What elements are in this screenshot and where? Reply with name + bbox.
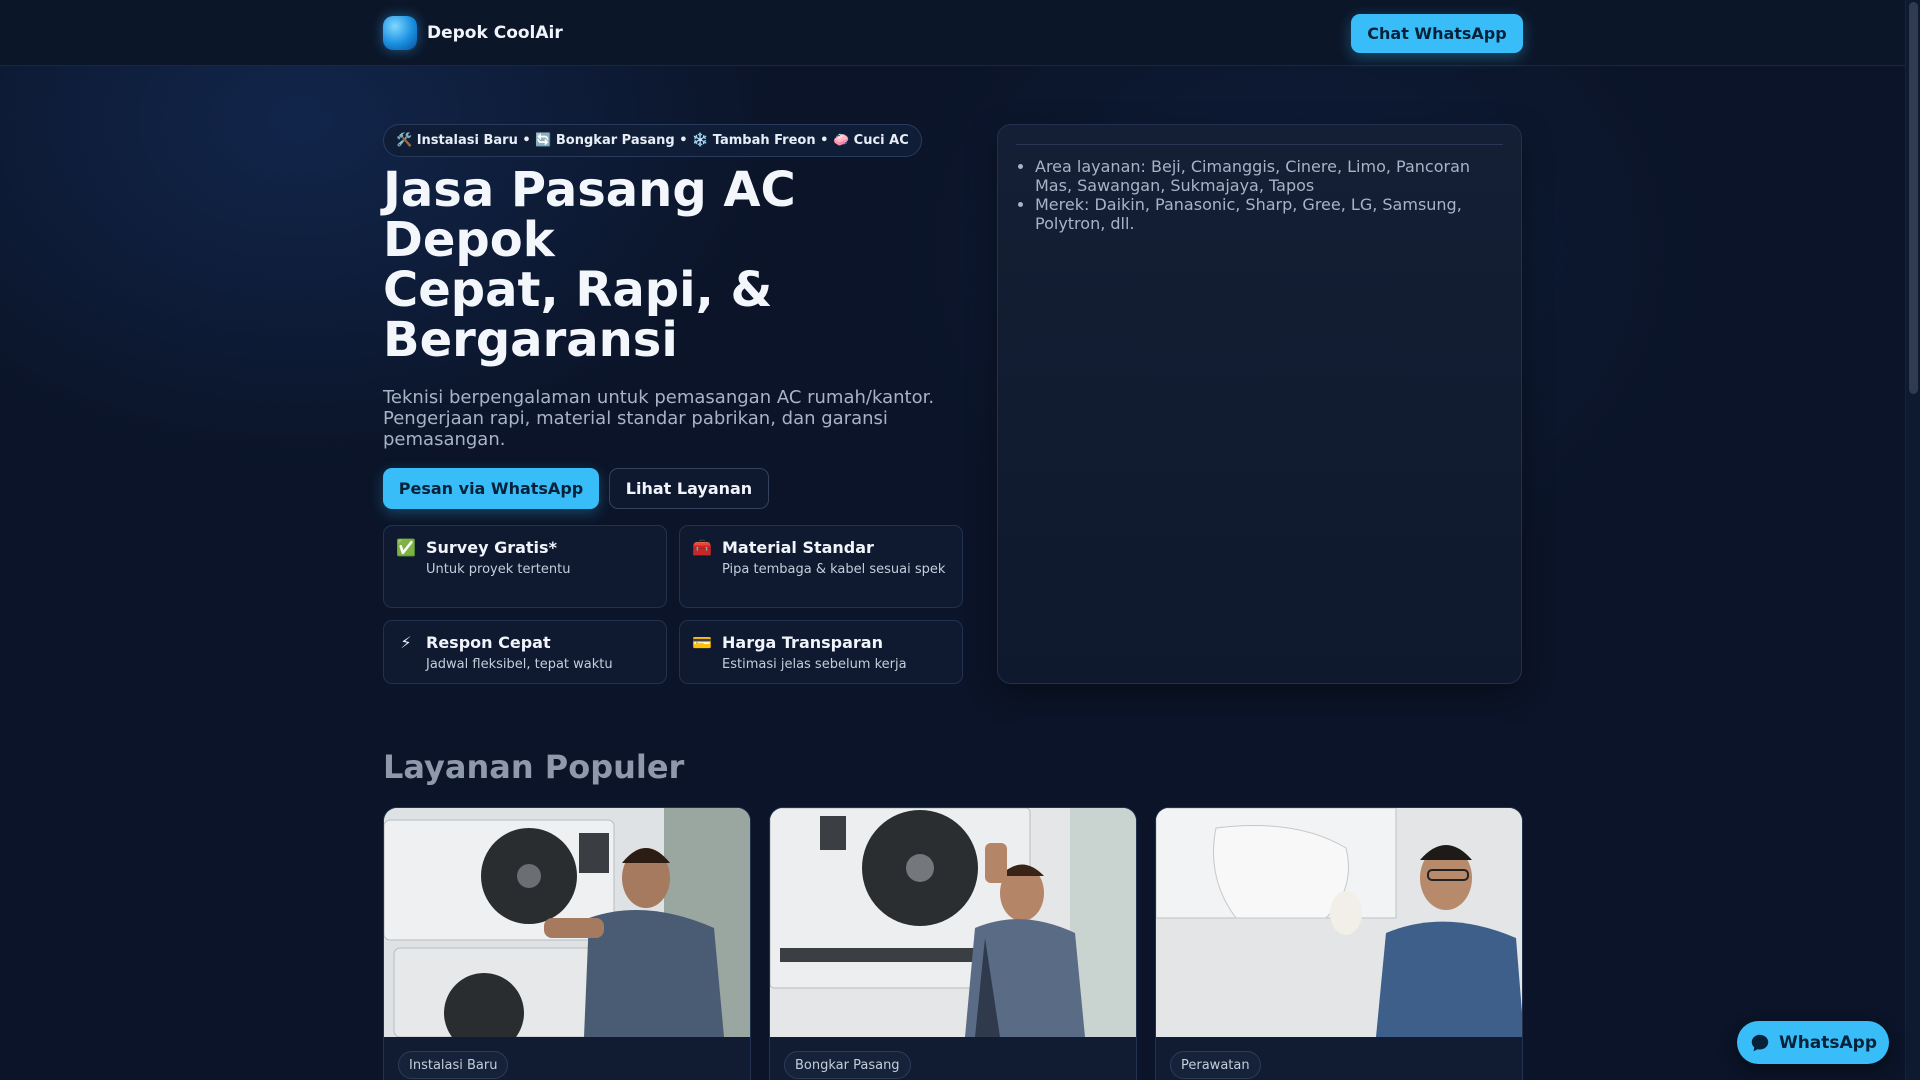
feature-desc: Untuk proyek tertentu — [426, 562, 571, 577]
hero-title-line: Depok — [383, 212, 555, 268]
feature-desc: Pipa tembaga & kabel sesuai spek — [722, 562, 946, 577]
section-title: Layanan Populer — [383, 748, 685, 786]
logo-icon — [383, 16, 417, 50]
feature-title: Survey Gratis* — [426, 538, 557, 557]
service-card-reinstall[interactable]: Bongkar Pasang — [769, 807, 1137, 1080]
chat-bubble-icon — [1751, 1034, 1769, 1051]
site-header: Depok CoolAir Chat WhatsApp — [0, 0, 1905, 66]
brand[interactable]: Depok CoolAir — [383, 16, 563, 50]
feature-title: Material Standar — [722, 538, 874, 557]
feature-pricing: 💳 Harga Transparan Estimasi jelas sebelu… — [679, 620, 963, 684]
feature-desc: Jadwal fleksibel, tepat waktu — [426, 657, 613, 672]
scrollbar-thumb[interactable] — [1909, 2, 1918, 394]
services-pill: 🛠️ Instalasi Baru • 🔄 Bongkar Pasang • ❄… — [383, 124, 922, 157]
service-photo — [384, 808, 750, 1037]
feature-material: 🧰 Material Standar Pipa tembaga & kabel … — [679, 525, 963, 608]
service-tag: Perawatan — [1170, 1051, 1261, 1079]
chat-whatsapp-button[interactable]: Chat WhatsApp — [1351, 14, 1523, 53]
view-services-button[interactable]: Lihat Layanan — [609, 468, 769, 509]
hero-subtitle: Teknisi berpengalaman untuk pemasangan A… — [383, 387, 935, 450]
service-tag: Instalasi Baru — [398, 1051, 509, 1079]
list-item: Merek: Daikin, Panasonic, Sharp, Gree, L… — [1035, 195, 1505, 233]
info-card: Area layanan: Beji, Cimanggis, Cinere, L… — [997, 124, 1522, 684]
hero-title: Jasa Pasang AC Depok Cepat, Rapi, & Berg… — [383, 165, 943, 365]
service-card-maintenance[interactable]: Perawatan — [1155, 807, 1523, 1080]
hero-title-line: Jasa Pasang AC — [383, 162, 796, 218]
feature-desc: Estimasi jelas sebelum kerja — [722, 657, 907, 672]
toolbox-icon: 🧰 — [692, 538, 712, 557]
service-tag: Bongkar Pasang — [784, 1051, 911, 1079]
service-photo — [1156, 808, 1522, 1037]
brand-name: Depok CoolAir — [427, 23, 563, 43]
feature-survey: ✅ Survey Gratis* Untuk proyek tertentu — [383, 525, 667, 608]
service-photo — [770, 808, 1136, 1037]
divider — [1016, 144, 1503, 145]
info-list: Area layanan: Beji, Cimanggis, Cinere, L… — [1035, 157, 1505, 233]
credit-card-icon: 💳 — [692, 633, 712, 652]
fab-label: WhatsApp — [1778, 1032, 1878, 1053]
check-icon: ✅ — [396, 538, 416, 557]
feature-response: ⚡ Respon Cepat Jadwal fleksibel, tepat w… — [383, 620, 667, 684]
feature-title: Respon Cepat — [426, 633, 551, 652]
lightning-icon: ⚡ — [400, 633, 412, 652]
page-scrollbar[interactable] — [1905, 0, 1920, 1080]
service-card-installation[interactable]: Instalasi Baru — [383, 807, 751, 1080]
floating-whatsapp-button[interactable]: WhatsApp — [1737, 1021, 1889, 1064]
hero-title-line: Cepat, Rapi, & — [383, 262, 773, 318]
order-whatsapp-button[interactable]: Pesan via WhatsApp — [383, 468, 599, 509]
list-item: Area layanan: Beji, Cimanggis, Cinere, L… — [1035, 157, 1505, 195]
hero-title-line: Bergaransi — [383, 312, 678, 368]
feature-title: Harga Transparan — [722, 633, 883, 652]
